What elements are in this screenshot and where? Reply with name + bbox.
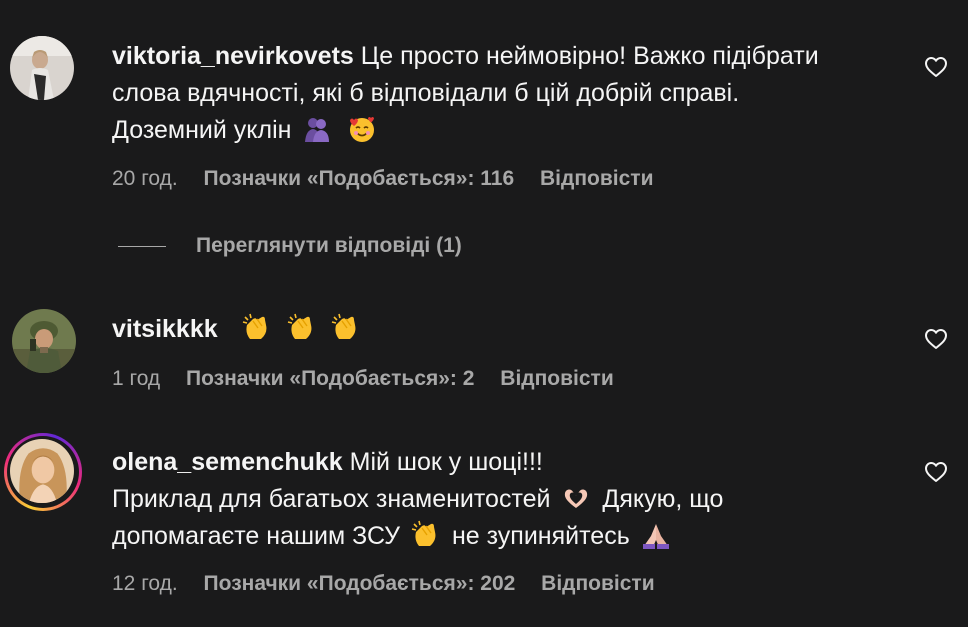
comment-text: olena_semenchukk Мій шок у шоці!!! Прикл… — [112, 444, 912, 555]
view-replies-label: Переглянути відповіді (1) — [196, 234, 462, 257]
username[interactable]: vitsikkkk — [112, 315, 218, 343]
comment-body-line3: Доземний уклін — [112, 116, 292, 144]
comment-body-line3a: допомагаєте нашим ЗСУ — [112, 522, 401, 550]
story-ring[interactable] — [4, 433, 82, 511]
username[interactable]: olena_semenchukk — [112, 448, 343, 476]
username[interactable]: viktoria_nevirkovets — [112, 42, 354, 70]
smiling-face-with-hearts-emoji — [350, 117, 375, 142]
avatar[interactable] — [10, 36, 74, 100]
heart-outline-icon[interactable] — [924, 460, 948, 484]
reply-button[interactable]: Відповісти — [500, 367, 613, 390]
comment-body-line1: Це просто неймовірно! Важко підібрати — [360, 42, 819, 70]
comment-body-line2a: Приклад для багатьох знаменитостей — [112, 485, 551, 513]
replies-divider-line — [118, 245, 166, 247]
comment-meta: 20 год. Позначки «Подобається»: 116 Відп… — [112, 167, 673, 191]
reply-button[interactable]: Відповісти — [540, 167, 653, 190]
folded-hands-emoji — [642, 524, 669, 549]
comment-time: 12 год. — [112, 572, 178, 595]
comment-time: 20 год. — [112, 167, 178, 190]
clapping-hands-emoji — [287, 313, 311, 339]
likes-count[interactable]: Позначки «Подобається»: 2 — [186, 367, 474, 390]
comment-text: viktoria_nevirkovets Це просто неймовірн… — [112, 38, 912, 149]
avatar[interactable] — [10, 439, 74, 503]
comment-meta: 1 год Позначки «Подобається»: 2 Відповіс… — [112, 367, 634, 391]
comment-text: vitsikkkk — [112, 311, 912, 348]
comment-meta: 12 год. Позначки «Подобається»: 202 Відп… — [112, 572, 675, 596]
comment-body-line2b: Дякую, що — [602, 485, 724, 513]
heart-hands-emoji — [565, 489, 588, 508]
comment-body-line1: Мій шок у шоці!!! — [349, 448, 543, 476]
heart-outline-icon[interactable] — [924, 55, 948, 79]
heart-outline-icon[interactable] — [924, 327, 948, 351]
likes-count[interactable]: Позначки «Подобається»: 202 — [204, 572, 516, 595]
clapping-hands-emoji — [242, 313, 266, 339]
avatar[interactable] — [12, 309, 76, 373]
comment-body-line3b: не зупиняйтесь — [451, 522, 630, 550]
clapping-hands-emoji — [411, 520, 436, 546]
view-replies-button[interactable]: Переглянути відповіді (1) — [118, 234, 462, 264]
comment-body-line2: слова вдячності, які б відповідали б цій… — [112, 79, 740, 107]
likes-count[interactable]: Позначки «Подобається»: 116 — [204, 167, 515, 190]
hugging-people-emoji — [305, 118, 330, 142]
clapping-hands-emoji — [332, 313, 356, 339]
reply-button[interactable]: Відповісти — [541, 572, 654, 595]
comment-time: 1 год — [112, 367, 161, 390]
